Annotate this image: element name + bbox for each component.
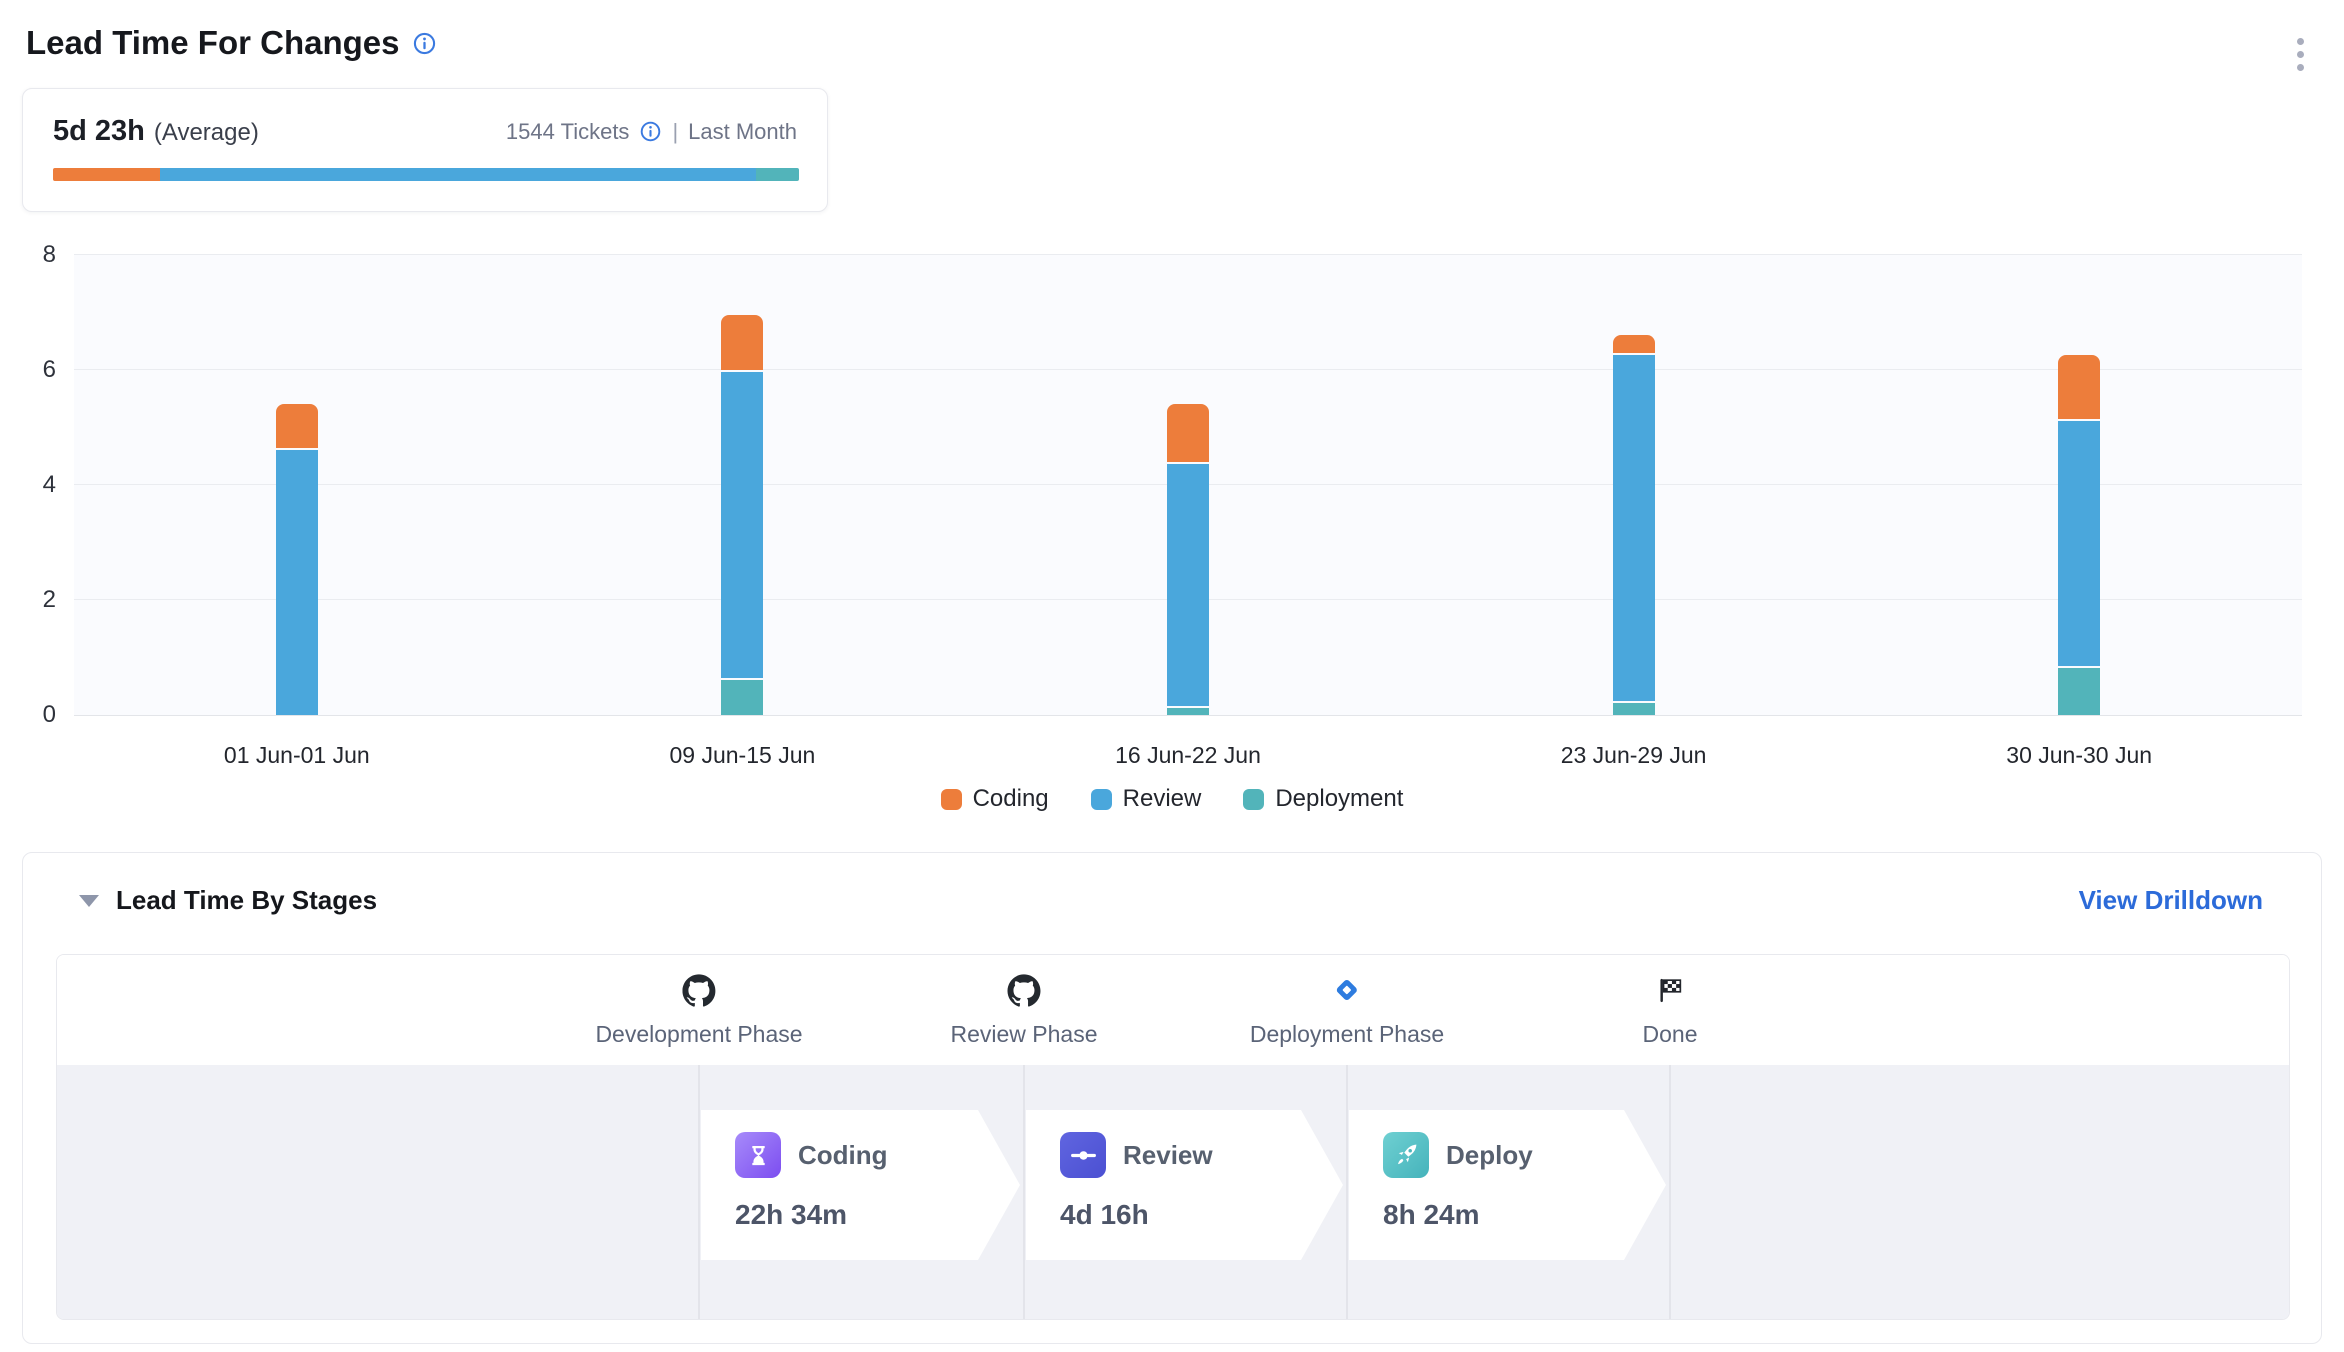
bar-4-segment-review[interactable] [1613,355,1655,701]
x-axis-label-1: 01 Jun-01 Jun [224,742,370,769]
hourglass-icon [735,1132,781,1178]
rocket-icon [1383,1132,1429,1178]
lead-time-widget: Lead Time For Changes 5d 23h (Average) 1… [0,0,2344,1352]
x-axis-label-5: 30 Jun-30 Jun [2006,742,2152,769]
info-icon[interactable] [412,31,437,56]
summary-card: 5d 23h (Average) 1544 Tickets | Last Mon… [22,88,828,212]
phase-column-4: Done [1643,955,1698,1048]
phase-column-2: Review Phase [950,955,1097,1048]
legend-item-review[interactable]: Review [1091,785,1202,813]
legend-swatch-review [1091,789,1112,810]
bar-2-segment-coding[interactable] [721,315,763,371]
stage-card-duration: 4d 16h [1060,1199,1343,1231]
bar-2-segment-deployment[interactable] [721,680,763,715]
x-axis-label-2: 09 Jun-15 Jun [670,742,816,769]
github-icon [595,972,802,1008]
page-title-text: Lead Time For Changes [26,24,399,62]
view-drilldown-link[interactable]: View Drilldown [2079,885,2263,916]
collapse-caret-icon[interactable] [79,895,99,907]
gridline-0 [74,715,2302,716]
stage-card-row: Deploy [1383,1132,1666,1178]
average-value: 5d 23h [53,115,145,148]
bar-2-segment-review[interactable] [721,372,763,678]
gridline-6 [74,369,2302,370]
stage-table-body: Coding 22h 34m Review 4d 16h Deploy 8h 24m [57,1065,2289,1319]
legend-label-review: Review [1123,785,1202,813]
phase-label-4: Done [1643,1021,1698,1048]
bar-1-segment-coding[interactable] [276,404,318,448]
legend-swatch-deployment [1243,789,1264,810]
jira-diamond-icon [1250,972,1444,1008]
column-divider-3 [1346,1065,1348,1319]
legend-item-deployment[interactable]: Deployment [1243,785,1403,813]
bar-5-segment-coding[interactable] [2058,355,2100,419]
gridline-8 [74,254,2302,255]
column-divider-4 [1669,1065,1671,1319]
bar-4-segment-coding[interactable] [1613,335,1655,353]
chart-legend: Coding Review Deployment [0,785,2344,813]
bar-3-segment-review[interactable] [1167,464,1209,706]
bar-3-segment-coding[interactable] [1167,404,1209,462]
stage-card-row: Coding [735,1132,1020,1178]
legend-label-deployment: Deployment [1275,785,1403,813]
x-axis-label-3: 16 Jun-22 Jun [1115,742,1261,769]
stacked-bar-chart [74,255,2302,715]
summary-bar-segment-review [160,168,755,181]
period-separator: | [672,119,678,145]
phase-label-2: Review Phase [950,1021,1097,1048]
bar-1-segment-review[interactable] [276,450,318,715]
bar-3-segment-deployment[interactable] [1167,708,1209,715]
legend-item-coding[interactable]: Coding [941,785,1049,813]
summary-bar-segment-deployment [756,168,799,181]
bar-4-segment-deployment[interactable] [1613,703,1655,715]
page-title: Lead Time For Changes [26,24,437,62]
stage-card-title: Coding [798,1140,888,1171]
stage-card-title: Deploy [1446,1140,1533,1171]
tickets-count: 1544 Tickets [506,119,630,145]
legend-swatch-coding [941,789,962,810]
github-icon [950,972,1097,1008]
stages-title: Lead Time By Stages [116,885,377,916]
period-label: Last Month [688,119,797,145]
stage-card-coding[interactable]: Coding 22h 34m [701,1110,1020,1260]
column-divider-2 [1023,1065,1025,1319]
column-divider-1 [698,1065,700,1319]
stages-header: Lead Time By Stages View Drilldown [79,885,2263,916]
legend-label-coding: Coding [973,785,1049,813]
y-tick-label-2: 2 [12,586,56,614]
kebab-menu-icon[interactable] [2286,30,2314,78]
summary-bar-segment-coding [53,168,160,181]
tickets-info-icon[interactable] [639,120,662,143]
summary-distribution-bar [53,168,799,181]
stage-table-header: Development Phase Review Phase Deployment … [57,955,2289,1065]
commit-icon [1060,1132,1106,1178]
stage-card-duration: 22h 34m [735,1199,1020,1231]
phase-label-1: Development Phase [595,1021,802,1048]
bar-5-segment-deployment[interactable] [2058,668,2100,715]
phase-column-1: Development Phase [595,955,802,1048]
y-tick-label-4: 4 [12,471,56,499]
average-label: (Average) [154,119,259,147]
stage-card-duration: 8h 24m [1383,1199,1666,1231]
y-tick-label-8: 8 [12,241,56,269]
checkered-flag-icon [1643,972,1698,1008]
stage-card-deploy[interactable]: Deploy 8h 24m [1349,1110,1666,1260]
x-axis-label-4: 23 Jun-29 Jun [1561,742,1707,769]
phase-column-3: Deployment Phase [1250,955,1444,1048]
y-tick-label-6: 6 [12,356,56,384]
lead-time-by-stages-panel: Lead Time By Stages View Drilldown Devel… [22,852,2322,1344]
bar-5-segment-review[interactable] [2058,421,2100,666]
stage-card-row: Review [1060,1132,1343,1178]
stage-table: Development Phase Review Phase Deployment … [56,954,2290,1320]
phase-label-3: Deployment Phase [1250,1021,1444,1048]
y-tick-label-0: 0 [12,701,56,729]
stage-card-title: Review [1123,1140,1213,1171]
stage-card-review[interactable]: Review 4d 16h [1026,1110,1343,1260]
